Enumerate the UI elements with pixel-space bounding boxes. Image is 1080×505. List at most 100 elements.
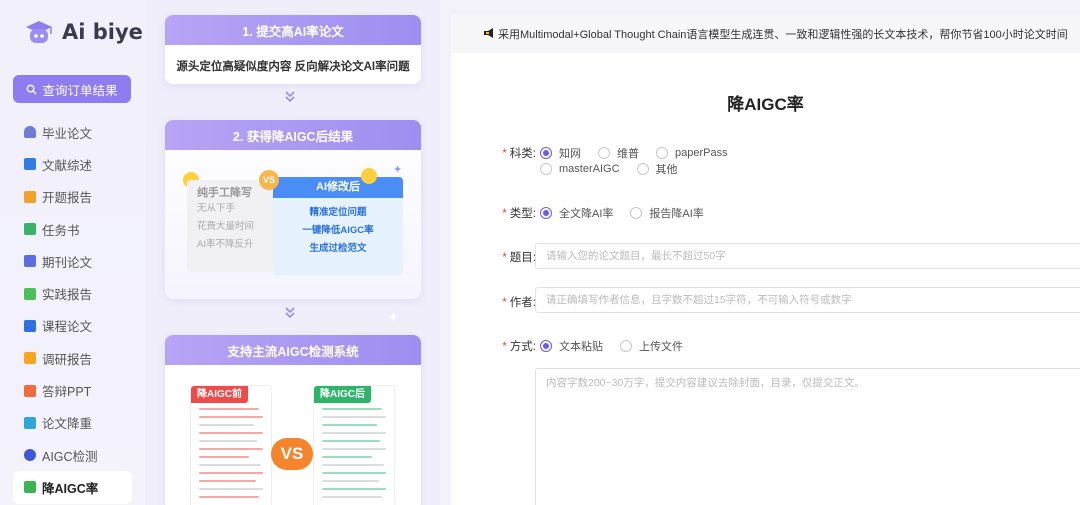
method-option-paste[interactable]: 文本粘贴 bbox=[540, 338, 603, 354]
text-line bbox=[322, 496, 382, 498]
author-row: * 作者: bbox=[481, 294, 536, 310]
manual-rewrite-box: 纯手工降写 无从下手 花费大量时间 AI率不降反升 bbox=[187, 180, 275, 272]
text-line bbox=[199, 424, 254, 426]
sidebar-item-label: 开题报告 bbox=[42, 191, 93, 206]
content-textarea[interactable]: 内容字数200~30万字，提交内容建议去除封面，目录，仅提交正文。 bbox=[535, 368, 1080, 505]
option-label: 其他 bbox=[655, 164, 678, 176]
sidebar-item-aigc-reduce[interactable]: 降AIGC率 bbox=[13, 471, 132, 504]
method-row: * 方式: 文本粘贴 上传文件 bbox=[481, 338, 826, 354]
manual-line: 花费大量时间 bbox=[197, 221, 255, 232]
option-label: 知网 bbox=[559, 148, 581, 160]
sidebar-item-label: 调研报告 bbox=[42, 352, 93, 367]
text-line bbox=[199, 456, 249, 458]
sparkle-icon: ✦ bbox=[393, 164, 403, 176]
subject-option-other[interactable]: 其他 bbox=[636, 161, 678, 177]
after-tag: 降AIGC后 bbox=[314, 386, 371, 403]
author-label: * 作者: bbox=[502, 297, 536, 309]
text-line bbox=[199, 480, 256, 482]
text-line bbox=[322, 432, 386, 434]
vs-badge: VS bbox=[259, 170, 279, 190]
topic-input[interactable]: 请输入您的论文题目，最长不超过50字 bbox=[535, 243, 1080, 269]
journal-icon bbox=[24, 255, 36, 268]
method-label: * 方式: bbox=[502, 341, 536, 353]
banner-text: 采用Multimodal+Global Thought Chain语言模型生成连… bbox=[498, 29, 1068, 41]
step3-card: 支持主流AIGC检测系统 降AIGC前 VS 降AIGC后 bbox=[165, 335, 421, 505]
before-tag: 降AIGC前 bbox=[191, 386, 248, 403]
text-line bbox=[322, 408, 382, 410]
option-label: 维普 bbox=[617, 148, 639, 160]
sidebar-item-label: 文献综述 bbox=[42, 158, 93, 173]
cool-emoji-icon bbox=[361, 168, 377, 184]
sidebar-item-survey-report[interactable]: 调研报告 bbox=[13, 342, 132, 374]
ai-line: 一键降低AIGC率 bbox=[302, 225, 374, 236]
sidebar-item-label: 论文降重 bbox=[42, 417, 93, 432]
text-line bbox=[322, 480, 379, 482]
sidebar-item-label: AIGC检测 bbox=[42, 449, 98, 464]
sidebar-item-label: 任务书 bbox=[42, 223, 80, 238]
ai-reduce-icon bbox=[24, 481, 36, 494]
author-input[interactable]: 请正确填写作者信息，且字数不超过15字符，不可输入符号或数字 bbox=[535, 287, 1080, 313]
sidebar-item-defense-ppt[interactable]: 答辩PPT bbox=[13, 374, 132, 406]
sidebar-item-label: 实践报告 bbox=[42, 288, 93, 303]
sidebar-item-paper-reduce[interactable]: 论文降重 bbox=[13, 407, 132, 439]
sidebar-item-course-paper[interactable]: 课程论文 bbox=[13, 310, 132, 342]
sidebar-item-journal-paper[interactable]: 期刊论文 bbox=[13, 245, 132, 277]
paper-reduce-icon bbox=[24, 416, 36, 429]
subject-option-paperpass[interactable]: paperPass bbox=[656, 145, 728, 161]
sidebar-item-label: 期刊论文 bbox=[42, 255, 93, 270]
topic-row: * 题目: bbox=[481, 249, 536, 265]
text-line bbox=[199, 488, 263, 490]
text-line bbox=[199, 464, 261, 466]
horn-icon bbox=[484, 28, 493, 38]
page-title: 降AIGC率 bbox=[727, 95, 804, 114]
query-order-label: 查询订单结果 bbox=[42, 83, 118, 98]
sidebar: Ai biye 查询订单结果 毕业论文 文献综述 开题报告 任务书 期刊论文 实… bbox=[0, 0, 145, 505]
sidebar-item-literature-review[interactable]: 文献综述 bbox=[13, 148, 132, 180]
sidebar-item-practice-report[interactable]: 实践报告 bbox=[13, 277, 132, 309]
search-icon bbox=[27, 84, 38, 95]
query-order-button[interactable]: 查询订单结果 bbox=[13, 75, 131, 103]
text-line bbox=[199, 440, 257, 442]
type-row: * 类型: 全文降AI率 报告降AI率 bbox=[481, 205, 826, 221]
manual-line: AI率不降反升 bbox=[197, 239, 254, 250]
ppt-icon bbox=[24, 384, 36, 397]
after-document: 降AIGC后 bbox=[313, 385, 395, 505]
type-label: * 类型: bbox=[502, 208, 536, 220]
brand-name: Ai biye bbox=[62, 20, 143, 44]
brand-logo[interactable]: Ai biye bbox=[22, 18, 143, 46]
sidebar-item-task-book[interactable]: 任务书 bbox=[13, 213, 132, 245]
option-label: masterAIGC bbox=[559, 163, 620, 175]
ai-title: AI修改后 bbox=[273, 177, 403, 198]
text-line bbox=[199, 472, 263, 474]
task-book-icon bbox=[24, 223, 36, 236]
method-option-upload[interactable]: 上传文件 bbox=[620, 338, 683, 354]
topic-label: * 题目: bbox=[502, 252, 536, 264]
step1-subtitle: 源头定位高疑似度内容 反向解决论文AI率问题 bbox=[176, 61, 410, 73]
sidebar-item-label: 答辩PPT bbox=[42, 385, 92, 400]
type-option-full[interactable]: 全文降AI率 bbox=[540, 205, 613, 221]
text-line bbox=[199, 448, 263, 450]
type-radio-group: 全文降AI率 报告降AI率 bbox=[536, 205, 826, 221]
sidebar-item-graduation-thesis[interactable]: 毕业论文 bbox=[13, 116, 132, 148]
vs-badge: VS bbox=[271, 438, 313, 470]
method-radio-group: 文本粘贴 上传文件 bbox=[536, 338, 826, 354]
graduation-cap-icon bbox=[24, 126, 36, 139]
sparkle-icon: ✦ bbox=[387, 309, 400, 326]
step1-title: 1. 提交高AI率论文 bbox=[165, 15, 421, 45]
subject-radio-group: 知网 维普 paperPass masterAIGC 其他 bbox=[536, 145, 826, 177]
step2-title: 2. 获得降AIGC后结果 bbox=[165, 120, 421, 150]
sidebar-item-aigc-detect[interactable]: AIGC检测 bbox=[13, 439, 132, 471]
option-label: 上传文件 bbox=[639, 341, 683, 353]
sidebar-item-proposal-report[interactable]: 开题报告 bbox=[13, 181, 132, 213]
chevron-down-icon bbox=[283, 90, 297, 107]
subject-option-masteraigc[interactable]: masterAIGC bbox=[540, 161, 620, 177]
promo-panel: 1. 提交高AI率论文 源头定位高疑似度内容 反向解决论文AI率问题 2. 获得… bbox=[145, 0, 440, 505]
sidebar-nav: 毕业论文 文献综述 开题报告 任务书 期刊论文 实践报告 课程论文 调研报告 答… bbox=[13, 116, 132, 504]
type-option-report[interactable]: 报告降AI率 bbox=[630, 205, 704, 221]
text-line bbox=[322, 416, 386, 418]
option-label: paperPass bbox=[675, 147, 728, 159]
subject-option-vip[interactable]: 维普 bbox=[598, 145, 639, 161]
subject-row: * 科类: 知网 维普 paperPass masterAIGC 其他 bbox=[481, 145, 826, 177]
subject-option-cnki[interactable]: 知网 bbox=[540, 145, 581, 161]
report-icon bbox=[24, 190, 36, 203]
